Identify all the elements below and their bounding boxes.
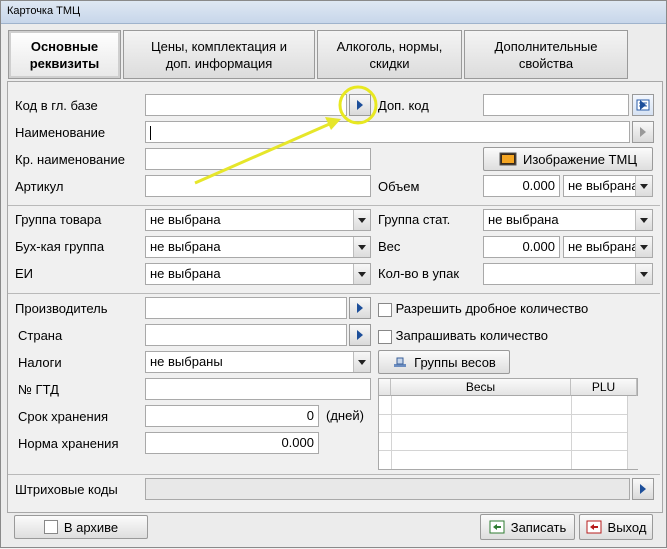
annotation-arrow — [194, 120, 335, 185]
annotation-overlay — [194, 85, 378, 185]
highlight-circle — [338, 85, 378, 125]
window: Карточка ТМЦ Основные реквизиты Цены, ком… — [0, 0, 667, 548]
